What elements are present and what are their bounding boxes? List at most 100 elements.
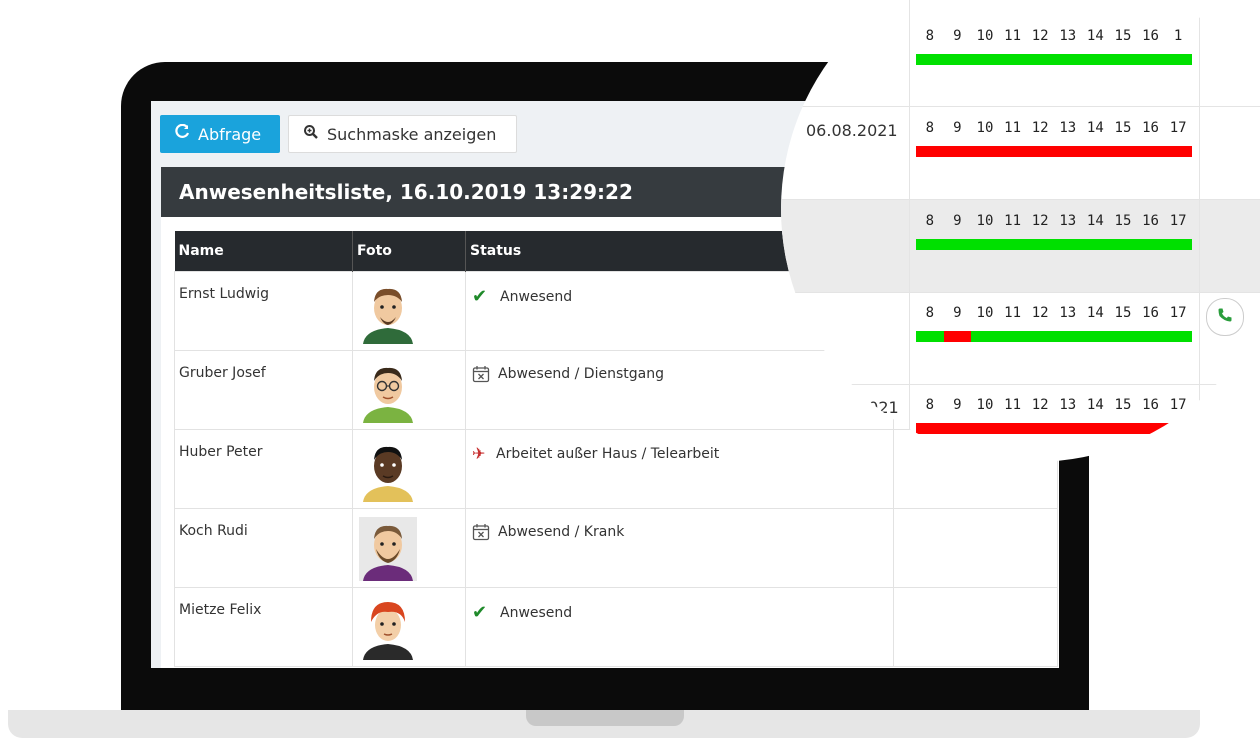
- hour-label: 8: [925, 28, 935, 44]
- hour-label: 8: [925, 213, 935, 229]
- hour-label: 15: [1114, 397, 1132, 413]
- hour-label: 1: [1173, 28, 1183, 44]
- hour-scale: 8 9 10 11 12 13 14 15 16 17: [916, 120, 1194, 140]
- hour-label: 14: [1086, 397, 1104, 413]
- grid-line: [781, 384, 1260, 385]
- query-button-label: Abfrage: [198, 124, 262, 144]
- presence-bar: [916, 146, 1192, 157]
- hour-label: 9: [953, 213, 962, 229]
- row-date: 06.08.2021: [806, 121, 898, 140]
- column-header-photo[interactable]: Foto: [352, 231, 466, 272]
- hour-label: 10: [976, 397, 994, 413]
- phone-icon: [1217, 307, 1233, 327]
- show-search-mask-button[interactable]: Suchmaske anzeigen: [288, 115, 517, 153]
- grid-line: [781, 106, 1260, 107]
- avatar: [353, 351, 465, 423]
- hour-label: 16: [1142, 305, 1159, 321]
- hour-label: 13: [1059, 213, 1077, 229]
- status-text: Abwesend / Dienstgang: [498, 366, 664, 382]
- hour-label: 15: [1114, 28, 1132, 44]
- hour-label: 8: [925, 305, 935, 321]
- hour-label: 11: [1004, 28, 1021, 44]
- plane-icon: ✈: [472, 444, 486, 463]
- timeline: 8 9 10 11 12 13 14 15 16 17: [916, 213, 1194, 250]
- grid-line: [1199, 0, 1200, 460]
- hour-label: 8: [925, 120, 935, 136]
- presence-segment: [943, 331, 972, 342]
- hour-label: 15: [1114, 305, 1132, 321]
- status-text: Abwesend / Krank: [498, 524, 625, 540]
- check-icon: ✔: [472, 602, 488, 623]
- hour-scale: 8 9 10 11 12 13 14 15 16 1: [916, 28, 1194, 48]
- timeline: 8 9 10 11 12 13 14 15 16 1: [916, 28, 1194, 65]
- status-text: Anwesend: [500, 288, 573, 305]
- hour-label: 14: [1086, 120, 1104, 136]
- grid-line: [781, 199, 1260, 200]
- grid-line: [909, 0, 910, 460]
- presence-segment: [971, 331, 1192, 342]
- status-text: Arbeitet außer Haus / Telearbeit: [496, 445, 720, 462]
- hour-label: 16: [1142, 213, 1159, 229]
- refresh-icon: [174, 123, 190, 144]
- hour-label: 14: [1086, 28, 1104, 44]
- grid-line: [781, 292, 1260, 293]
- hour-label: 12: [1031, 397, 1049, 413]
- avatar-brown-beard-icon: [363, 288, 413, 344]
- presence-segment: [916, 239, 1192, 250]
- timeline: 8 9 10 11 12 13 14 15 16 17: [916, 120, 1194, 157]
- hour-label: 8: [925, 397, 935, 413]
- hour-label: 17: [1169, 305, 1187, 321]
- employee-name: Mietze Felix: [179, 602, 262, 618]
- avatar-beard-purple-icon: [359, 517, 417, 581]
- hour-label: 12: [1031, 28, 1049, 44]
- timeline: 8 9 10 11 12 13 14 15 16 17: [916, 305, 1194, 342]
- zoom-search-icon: [303, 124, 319, 144]
- column-header-name[interactable]: Name: [174, 231, 353, 272]
- presence-bar: [916, 54, 1192, 65]
- hour-label: 12: [1031, 305, 1049, 321]
- hour-label: 11: [1004, 397, 1021, 413]
- calendar-x-icon: [472, 524, 490, 541]
- presence-segment: [916, 54, 1192, 65]
- call-button[interactable]: [1206, 298, 1244, 336]
- show-search-mask-label: Suchmaske anzeigen: [327, 124, 497, 144]
- avatar: [353, 509, 465, 581]
- presence-segment: [916, 146, 1192, 157]
- status-text: Anwesend: [500, 604, 573, 621]
- hour-label: 14: [1086, 305, 1104, 321]
- avatar-dark-icon: [363, 446, 413, 502]
- check-icon: ✔: [472, 286, 488, 307]
- avatar: [353, 430, 465, 502]
- hour-label: 11: [1004, 120, 1021, 136]
- row-date: 2021: [858, 398, 899, 417]
- hour-label: 9: [953, 120, 962, 136]
- hour-label: 16: [1142, 28, 1159, 44]
- hour-label: 13: [1059, 120, 1077, 136]
- employee-name: Koch Rudi: [179, 523, 248, 539]
- laptop-notch: [526, 710, 684, 726]
- presence-segment: [916, 423, 1192, 434]
- hour-label: 10: [976, 120, 994, 136]
- presence-bar: [916, 331, 1192, 342]
- employee-name: Gruber Josef: [179, 365, 266, 381]
- query-button[interactable]: Abfrage: [160, 115, 280, 153]
- hour-label: 16: [1142, 397, 1159, 413]
- avatar: [353, 588, 465, 660]
- zoom-magnifier: 06.08.2021 2021 8 9 10 11 12 13 14 15 16 1 8 9 10 11…: [781, 0, 1260, 462]
- table-row[interactable]: Koch Rudi Abwesend / Krank: [174, 508, 1058, 588]
- hour-scale: 8 9 10 11 12 13 14 15 16 17: [916, 397, 1194, 417]
- hour-label: 9: [953, 28, 962, 44]
- hour-label: 17: [1169, 120, 1187, 136]
- hour-label: 12: [1031, 213, 1049, 229]
- table-row[interactable]: Mietze Felix ✔ Anwesend: [174, 587, 1058, 667]
- hour-label: 16: [1142, 120, 1159, 136]
- avatar-red-hair-icon: [363, 602, 413, 660]
- avatar: [353, 272, 465, 344]
- calendar-x-icon: [472, 366, 490, 383]
- hour-label: 15: [1114, 120, 1132, 136]
- hour-label: 17: [1169, 213, 1187, 229]
- hour-label: 15: [1114, 213, 1132, 229]
- presence-segment: [916, 331, 944, 342]
- hour-label: 9: [953, 397, 962, 413]
- hour-label: 10: [976, 305, 994, 321]
